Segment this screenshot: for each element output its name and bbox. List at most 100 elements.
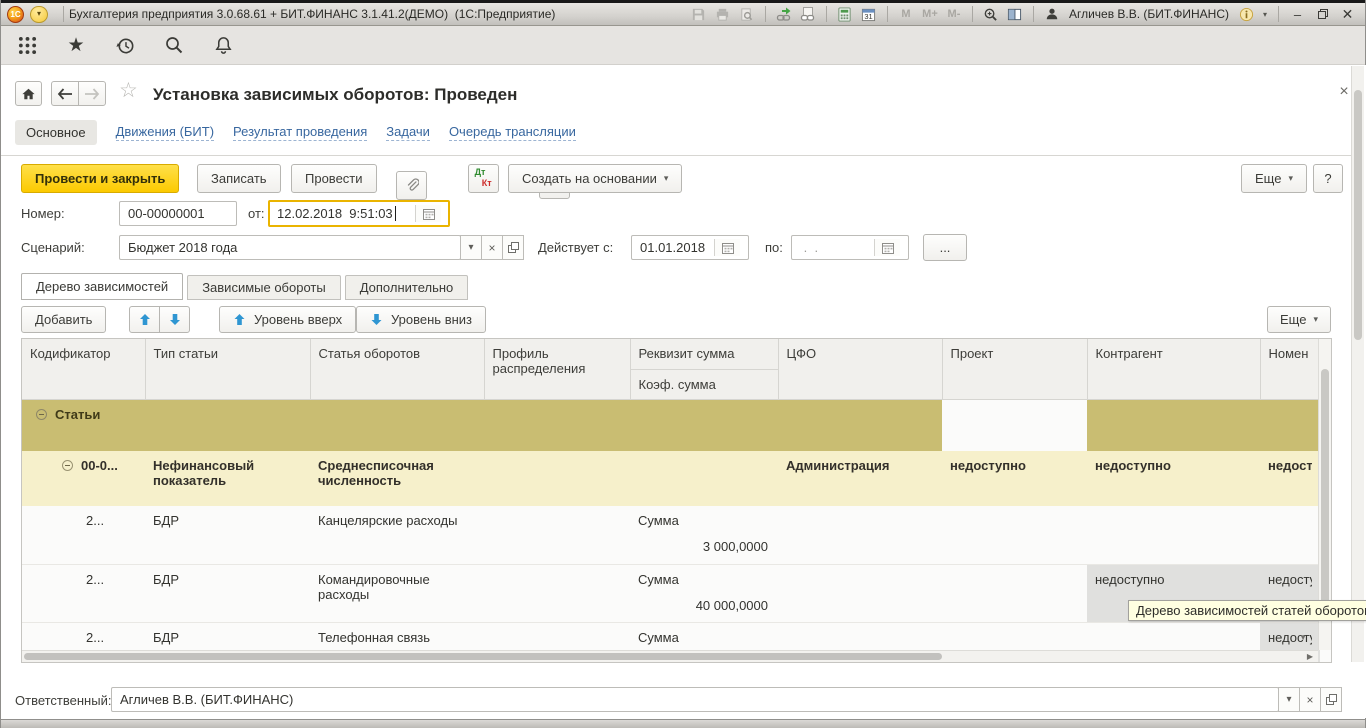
back-button[interactable] [51,81,79,106]
scrollbar-thumb[interactable] [24,653,942,660]
menu-grid-icon[interactable] [16,34,38,56]
calendar-icon[interactable]: 31 [858,5,880,24]
split-window-icon[interactable] [1004,5,1026,24]
cell-type[interactable]: Нефинансовый показатель [145,451,310,506]
minimize-button[interactable]: – [1286,5,1309,24]
more-button[interactable]: Еще▾ [1241,164,1307,193]
responsible-field[interactable]: Агличев В.В. (БИТ.ФИНАНС) [111,687,1279,712]
column-header-profile[interactable]: Профиль распределения [484,339,630,399]
cell-contractor[interactable] [1087,506,1260,564]
cell-cfo[interactable] [778,506,942,564]
scroll-down-icon[interactable]: ▼ [1299,634,1307,642]
cell-codifier[interactable]: 00-0... [22,451,145,506]
favorites-star-icon[interactable]: ★ [65,34,87,56]
create-based-on-button[interactable]: Создать на основании▾ [508,164,682,193]
scenario-clear-icon[interactable]: × [481,235,503,260]
tab-dependency-tree[interactable]: Дерево зависимостей [21,273,183,300]
info-icon[interactable] [1235,5,1257,24]
help-button[interactable]: ? [1313,164,1343,193]
nav-item-translation-queue[interactable]: Очередь трансляции [449,124,576,141]
get-link-icon[interactable] [797,5,819,24]
cell-profile[interactable] [484,564,630,622]
cell-amount[interactable]: Сумма40 000,0000 [630,564,778,622]
cell-article[interactable]: Канцелярские расходы [310,506,484,564]
memory-m-button[interactable]: M [895,8,917,20]
dt-kt-postings-icon[interactable]: ДтКт [468,164,499,193]
add-button[interactable]: Добавить [21,306,106,333]
favorite-star-icon[interactable]: ☆ [119,78,138,103]
column-header-cfo[interactable]: ЦФО [778,339,942,399]
save-icon[interactable] [688,5,710,24]
nav-item-movements[interactable]: Движения (БИТ) [116,124,214,141]
search-icon[interactable] [163,34,185,56]
calendar-picker-icon[interactable] [714,239,740,256]
date-field[interactable]: 12.02.2018 9:51:03 [268,200,450,227]
column-header-type[interactable]: Тип статьи [145,339,310,399]
cell-project[interactable]: недоступно [942,451,1087,506]
current-user-name[interactable]: Агличев В.В. (БИТ.ФИНАНС) [1069,7,1229,21]
cell-amount[interactable]: Сумма3 000,0000 [630,506,778,564]
calendar-picker-icon[interactable] [874,239,900,256]
responsible-clear-icon[interactable]: × [1299,687,1321,712]
cell-article[interactable]: Командировочные расходы [310,564,484,622]
scroll-right-icon[interactable]: ▶ [1307,653,1313,661]
scenario-dropdown-icon[interactable]: ▾ [460,235,482,260]
cell-codifier[interactable]: Статьи [22,399,145,451]
select-period-button[interactable]: ... [923,234,967,261]
cell-codifier[interactable]: 2... [22,506,145,564]
post-button[interactable]: Провести [291,164,377,193]
column-header-amount-coef[interactable]: Коэф. сумма [630,369,778,399]
nav-item-tasks[interactable]: Задачи [386,124,430,141]
tree-more-button[interactable]: Еще▾ [1267,306,1331,333]
level-down-button[interactable]: Уровень вниз [356,306,486,333]
cell-profile[interactable] [484,506,630,564]
nav-item-posting-result[interactable]: Результат проведения [233,124,367,141]
cell-profile[interactable] [484,451,630,506]
column-header-article[interactable]: Статья оборотов [310,339,484,399]
number-field[interactable]: 00-00000001 [119,201,237,226]
responsible-dropdown-icon[interactable]: ▾ [1278,687,1300,712]
history-icon[interactable] [114,34,136,56]
cell-contractor[interactable]: недоступно [1087,451,1260,506]
form-vertical-scrollbar[interactable] [1351,66,1364,662]
go-to-link-icon[interactable] [773,5,795,24]
cell-type[interactable]: БДР [145,506,310,564]
tab-dependent-turnovers[interactable]: Зависимые обороты [187,275,341,300]
column-header-contractor[interactable]: Контрагент [1087,339,1260,399]
post-and-close-button[interactable]: Провести и закрыть [21,164,179,193]
forward-button[interactable] [78,81,106,106]
scenario-open-icon[interactable] [502,235,524,260]
collapse-icon[interactable] [62,460,73,471]
memory-m-minus-button[interactable]: M- [943,8,965,20]
cell-nomenclature[interactable]: недоступно [1260,451,1320,506]
write-button[interactable]: Записать [197,164,281,193]
nav-item-main[interactable]: Основное [15,120,97,145]
move-up-button[interactable] [129,306,160,333]
main-menu-button[interactable]: ▾ [30,6,48,23]
scrollbar-thumb[interactable] [1354,90,1362,340]
attachments-paperclip-icon[interactable] [396,171,427,200]
home-button[interactable] [15,81,42,106]
collapse-icon[interactable] [36,409,47,420]
cell-project[interactable] [942,506,1087,564]
scenario-field[interactable]: Бюджет 2018 года [119,235,461,260]
column-header-project[interactable]: Проект [942,339,1087,399]
column-header-nomenclature[interactable]: Номен [1260,339,1320,399]
cell-nomenclature[interactable] [1260,506,1320,564]
info-dropdown-icon[interactable]: ▾ [1259,5,1271,24]
print-icon[interactable] [712,5,734,24]
level-up-button[interactable]: Уровень вверх [219,306,356,333]
column-header-amount-attr[interactable]: Реквизит сумма [630,339,778,369]
calendar-picker-icon[interactable] [415,205,441,222]
scrollbar-thumb[interactable] [1321,369,1329,614]
cell-amount[interactable] [630,451,778,506]
cell-article[interactable]: Среднесписочная численность [310,451,484,506]
notifications-bell-icon[interactable] [212,34,234,56]
print-preview-icon[interactable] [736,5,758,24]
cell-type[interactable]: БДР [145,564,310,622]
calculator-icon[interactable] [834,5,856,24]
restore-button[interactable] [1311,5,1334,24]
column-header-codifier[interactable]: Кодификатор [22,339,145,399]
close-window-button[interactable]: ✕ [1336,5,1359,24]
cell-project[interactable] [942,564,1087,622]
